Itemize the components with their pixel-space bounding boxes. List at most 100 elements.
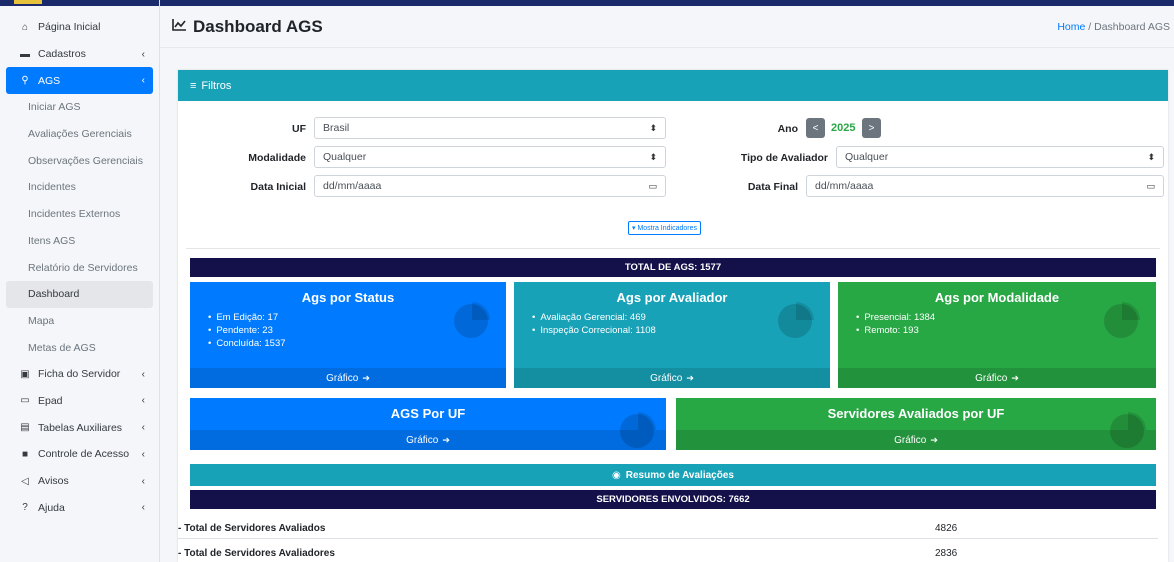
total-ags-bar: TOTAL DE AGS: 1577 (190, 258, 1156, 277)
chevron-left-icon: ‹ (141, 502, 145, 514)
page-title-text: Dashboard AGS (193, 16, 323, 36)
sidebar-item-dashboard[interactable]: Dashboard (6, 280, 153, 308)
sidebar-item-label: Controle de Acesso (38, 448, 130, 461)
tipo-avaliador-label: Tipo de Avaliador (740, 152, 828, 164)
breadcrumb: Home / Dashboard AGS (1057, 21, 1170, 33)
ags-por-uf-box: AGS Por UF Gráfico ➔ (190, 398, 666, 450)
data-inicial-input[interactable]: dd/mm/aaaa ▭ (314, 175, 666, 197)
calendar-icon[interactable]: ▭ (1146, 181, 1155, 192)
sidebar-item-controle-acesso[interactable]: ■ Controle de Acesso ‹ (6, 441, 153, 468)
ags-status-grafico-link[interactable]: Gráfico ➔ (190, 368, 506, 388)
sidebar: ⌂ Página Inicial ▬ Cadastros ‹ ⚲ AGS ‹ I… (0, 0, 160, 562)
home-icon: ⌂ (21, 21, 29, 33)
year-prev-button[interactable]: < (806, 118, 825, 138)
ags-modalidade-box: Ags por Modalidade Presencial: 1384 Remo… (838, 282, 1156, 388)
sidebar-item-ajuda[interactable]: ? Ajuda ‹ (6, 494, 153, 521)
breadcrumb-current: Dashboard AGS (1094, 20, 1170, 33)
arrow-circle-right-icon: ➔ (930, 434, 938, 445)
data-inicial-placeholder: dd/mm/aaaa (323, 180, 382, 192)
year-value: 2025 (831, 122, 856, 134)
select-arrows-icon: ⬍ (649, 151, 657, 162)
ags-modalidade-grafico-link[interactable]: Gráfico ➔ (838, 368, 1156, 388)
sidebar-item-label: Observações Gerenciais (28, 154, 143, 167)
modalidade-label: Modalidade (248, 152, 306, 164)
sidebar-item-incidentes[interactable]: Incidentes (6, 174, 153, 201)
brand-logo (0, 0, 159, 6)
filters-card-header[interactable]: ≡ Filtros (178, 70, 1168, 101)
sidebar-item-observacoes-gerenciais[interactable]: Observações Gerenciais (6, 147, 153, 174)
arrow-circle-right-icon: ➔ (1011, 372, 1019, 383)
id-card-icon: ▣ (20, 368, 30, 380)
sidebar-item-relatorio-servidores[interactable]: Relatório de Servidores (6, 254, 153, 281)
filters-form: UF Brasil ⬍ Ano < 2025 > Modalidade Qual… (186, 101, 1164, 249)
uf-label: UF (292, 123, 306, 135)
servidores-uf-grafico-link[interactable]: Gráfico ➔ (676, 430, 1156, 450)
mostra-indicadores-button[interactable]: ▾ Mostra Indicadores (628, 221, 701, 235)
sidebar-item-label: Página Inicial (38, 21, 101, 34)
calendar-icon[interactable]: ▭ (648, 181, 657, 192)
modalidade-select[interactable]: Qualquer ⬍ (314, 146, 666, 168)
sidebar-item-label: Avaliações Gerenciais (28, 128, 132, 141)
ags-avaliador-grafico-link[interactable]: Gráfico ➔ (514, 368, 830, 388)
sidebar-item-label: AGS (38, 74, 61, 87)
ags-status-title: Ags por Status (301, 290, 395, 305)
question-icon: ? (22, 502, 28, 514)
ags-status-box: Ags por Status Em Edição: 17 Pendente: 2… (190, 282, 506, 388)
eye-icon: ◉ (612, 469, 621, 481)
tipo-avaliador-select-value: Qualquer (845, 151, 889, 163)
chevron-left-icon: ‹ (141, 475, 145, 487)
sidebar-item-mapa[interactable]: Mapa (6, 308, 153, 335)
sidebar-item-incidentes-externos[interactable]: Incidentes Externos (6, 201, 153, 228)
data-final-input[interactable]: dd/mm/aaaa ▭ (806, 175, 1164, 197)
ano-label: Ano (777, 123, 798, 135)
sidebar-item-avisos[interactable]: ◁ Avisos ‹ (6, 468, 153, 495)
pie-chart-icon (778, 302, 814, 338)
sidebar-item-label: Cadastros (38, 48, 86, 61)
sidebar-item-epad[interactable]: ▭ Epad ‹ (6, 388, 153, 415)
grafico-label: Gráfico (650, 372, 683, 384)
sidebar-item-iniciar-ags[interactable]: Iniciar AGS (6, 94, 153, 121)
sidebar-item-itens-ags[interactable]: Itens AGS (6, 228, 153, 255)
sidebar-item-ags[interactable]: ⚲ AGS ‹ (6, 67, 153, 95)
chevron-left-icon: ‹ (141, 368, 145, 380)
year-next-button[interactable]: > (862, 118, 881, 138)
page-title: Dashboard AGS (172, 17, 323, 37)
ags-avaliador-box: Ags por Avaliador Avaliação Gerencial: 4… (514, 282, 830, 388)
main-content: Dashboard AGS Home / Dashboard AGS ≡ Fil… (160, 6, 1174, 562)
chevron-left-icon: ‹ (141, 448, 145, 460)
sidebar-item-pagina-inicial[interactable]: ⌂ Página Inicial (6, 14, 153, 41)
sidebar-item-metas-ags[interactable]: Metas de AGS (6, 334, 153, 361)
ags-por-uf-grafico-link[interactable]: Gráfico ➔ (190, 430, 666, 450)
ags-avaliador-title: Ags por Avaliador (616, 290, 728, 305)
select-arrows-icon: ⬍ (1147, 151, 1155, 162)
resumo-avaliacoes-button[interactable]: ◉ Resumo de Avaliações (190, 464, 1156, 486)
chevron-left-icon: ‹ (141, 75, 145, 87)
sidebar-item-ficha-servidor[interactable]: ▣ Ficha do Servidor ‹ (6, 361, 153, 388)
folder-icon: ▬ (20, 48, 30, 60)
grafico-label: Gráfico (406, 434, 439, 446)
servidores-uf-title: Servidores Avaliados por UF (827, 406, 1005, 421)
sidebar-item-label: Epad (38, 394, 63, 407)
uf-select[interactable]: Brasil ⬍ (314, 117, 666, 139)
tablet-icon: ▭ (20, 395, 30, 407)
list-icon: ≡ (190, 79, 197, 92)
breadcrumb-home-link[interactable]: Home (1057, 21, 1085, 33)
data-final-placeholder: dd/mm/aaaa (815, 180, 874, 192)
servidores-uf-box: Servidores Avaliados por UF Gráfico ➔ (676, 398, 1156, 450)
data-final-label: Data Final (747, 181, 798, 193)
summary-label: - Total de Servidores Avaliadores (178, 547, 335, 559)
summary-label: - Total de Servidores Avaliados (178, 522, 326, 534)
sidebar-item-avaliacoes-gerenciais[interactable]: Avaliações Gerenciais (6, 121, 153, 148)
ags-modalidade-title: Ags por Modalidade (934, 290, 1060, 305)
resumo-avaliacoes-label: Resumo de Avaliações (625, 469, 734, 481)
pie-chart-icon (1104, 302, 1140, 338)
chevron-left-icon: ‹ (141, 48, 145, 60)
tipo-avaliador-select[interactable]: Qualquer ⬍ (836, 146, 1164, 168)
sidebar-item-label: Mapa (28, 314, 55, 327)
data-inicial-label: Data Inicial (250, 181, 306, 193)
filters-title: Filtros (201, 79, 232, 92)
sidebar-item-label: Avisos (38, 475, 69, 488)
sidebar-item-tabelas-auxiliares[interactable]: ▤ Tabelas Auxiliares ‹ (6, 414, 153, 441)
grafico-label: Gráfico (326, 372, 359, 384)
sidebar-item-cadastros[interactable]: ▬ Cadastros ‹ (6, 41, 153, 68)
